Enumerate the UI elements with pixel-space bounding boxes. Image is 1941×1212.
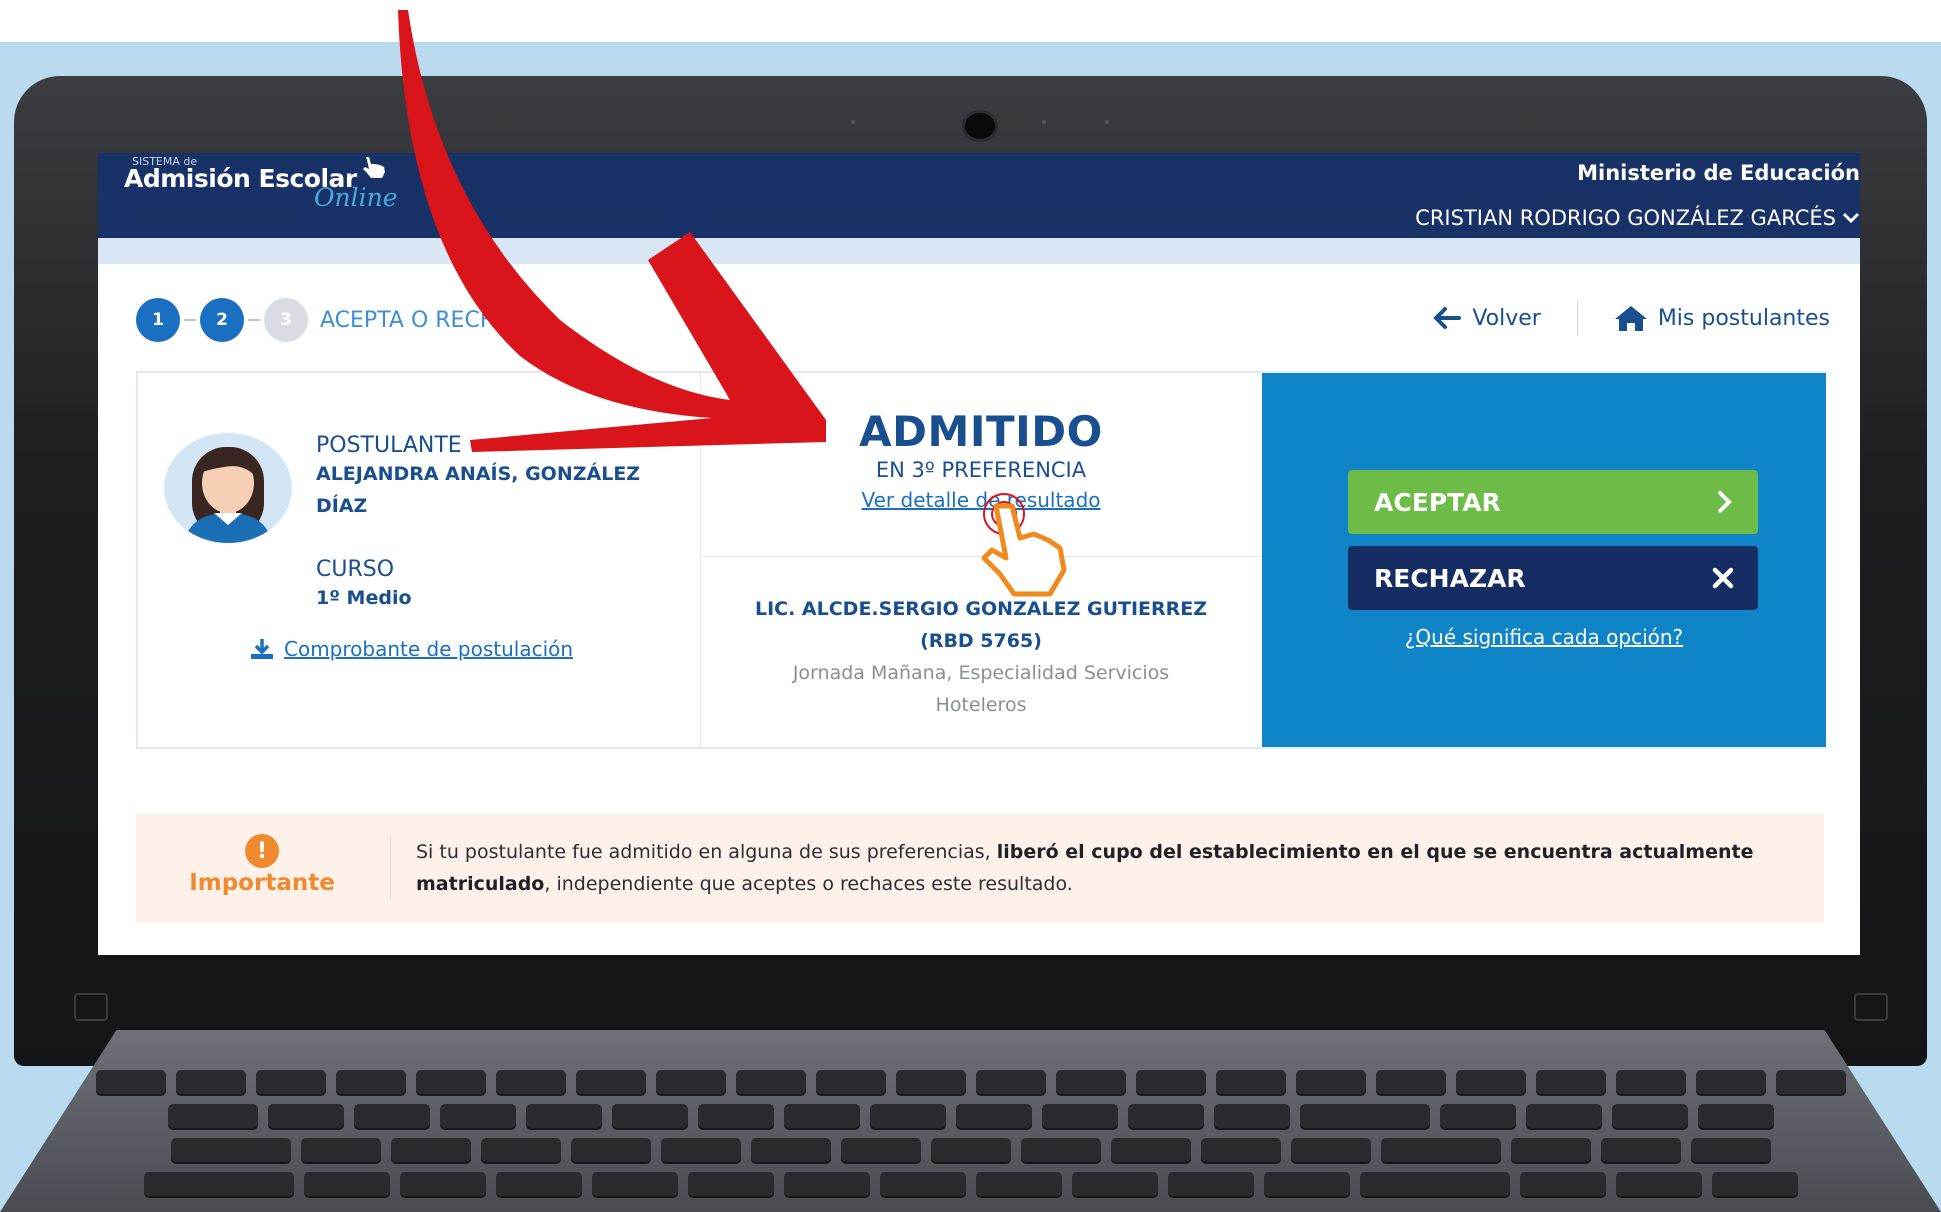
- result-column: ADMITIDO EN 3º PREFERENCIA Ver detalle d…: [700, 373, 1263, 747]
- laptop-keyboard: [0, 1030, 1941, 1212]
- result-preference: EN 3º PREFERENCIA: [875, 458, 1087, 482]
- accept-button-label: ACEPTAR: [1374, 487, 1501, 517]
- school-rbd: (RBD 5765): [920, 630, 1042, 652]
- key-row: [0, 1138, 1941, 1162]
- lid-sensor: [851, 120, 855, 124]
- applicant-block: POSTULANTE ALEJANDRA ANAÍS, GONZÁLEZ DÍA…: [316, 433, 676, 522]
- my-applicants-label: Mis postulantes: [1657, 305, 1830, 331]
- logo-script-text: Online: [314, 183, 398, 212]
- avatar: [164, 433, 292, 543]
- close-icon: [1712, 567, 1734, 589]
- exclamation-icon: !: [245, 834, 279, 868]
- result-card: POSTULANTE ALEJANDRA ANAÍS, GONZÁLEZ DÍA…: [136, 371, 1826, 749]
- lid-sensor: [1105, 120, 1109, 124]
- reject-button-label: RECHAZAR: [1374, 563, 1526, 593]
- key-row: [0, 1104, 1941, 1128]
- step-separator: [248, 319, 260, 321]
- notice-text: Si tu postulante fue admitido en alguna …: [416, 836, 1776, 900]
- course-label: CURSO: [316, 557, 395, 582]
- step-1: 1: [136, 298, 180, 342]
- course-block: CURSO 1º Medio: [316, 557, 412, 614]
- result-status: ADMITIDO: [859, 407, 1103, 456]
- notice-text-start: Si tu postulante fue admitido en alguna …: [416, 841, 997, 863]
- receipt-link-label: Comprobante de postulación: [284, 637, 574, 661]
- school-name: LIC. ALCDE.SERGIO GONZALEZ GUTIERREZ: [754, 598, 1208, 620]
- step-separator: [184, 319, 196, 321]
- webcam: [962, 110, 998, 142]
- result-status-block: ADMITIDO EN 3º PREFERENCIA Ver detalle d…: [700, 373, 1262, 557]
- avatar-girl-icon: [184, 447, 272, 543]
- important-notice: ! Importante Si tu postulante fue admiti…: [136, 814, 1824, 922]
- result-detail-link[interactable]: Ver detalle de resultado: [861, 488, 1100, 512]
- receipt-link[interactable]: Comprobante de postulación: [250, 637, 573, 661]
- download-icon: [251, 639, 273, 659]
- step-2: 2: [200, 298, 244, 342]
- hinge-left: [74, 993, 108, 1021]
- top-nav-links: Volver Mis postulantes: [1432, 300, 1830, 336]
- applicant-column: POSTULANTE ALEJANDRA ANAÍS, GONZÁLEZ DÍA…: [138, 373, 701, 747]
- school-block: LIC. ALCDE.SERGIO GONZALEZ GUTIERREZ (RB…: [700, 593, 1262, 721]
- hinge-right: [1854, 993, 1888, 1021]
- notice-text-end: , independiente que aceptes o rechaces e…: [544, 873, 1073, 895]
- ministry-label: Ministerio de Educación: [1577, 161, 1860, 185]
- notice-header: ! Importante: [136, 834, 388, 896]
- step-label: ACEPTA O RECHAZA: [320, 307, 542, 333]
- logo-hand-icon: [363, 157, 385, 178]
- notice-divider: [390, 836, 391, 900]
- back-link[interactable]: Volver: [1432, 306, 1541, 331]
- laptop-screen: SISTEMA de Admisión Escolar Online Minis…: [98, 153, 1860, 955]
- chevron-down-icon: [1842, 212, 1860, 224]
- key-row: [0, 1070, 1941, 1094]
- my-applicants-link[interactable]: Mis postulantes: [1614, 304, 1830, 332]
- reject-button[interactable]: RECHAZAR: [1348, 546, 1758, 610]
- home-icon: [1614, 306, 1647, 331]
- applicant-label: POSTULANTE: [316, 433, 462, 458]
- course-value: 1º Medio: [316, 587, 412, 609]
- key-row: [0, 1172, 1941, 1196]
- user-name: CRISTIAN RODRIGO GONZÁLEZ GARCÉS: [1415, 206, 1836, 230]
- sub-header-bar: [98, 238, 1860, 264]
- options-help-link[interactable]: ¿Qué significa cada opción?: [1262, 625, 1826, 649]
- back-link-label: Volver: [1472, 305, 1541, 331]
- top-header: SISTEMA de Admisión Escolar Online Minis…: [98, 153, 1860, 238]
- nav-divider: [1576, 300, 1578, 336]
- accept-button[interactable]: ACEPTAR: [1348, 470, 1758, 534]
- notice-title: Importante: [189, 870, 335, 896]
- lid-sensor: [1042, 120, 1046, 124]
- step-indicator: 1 2 3 ACEPTA O RECHAZA: [136, 298, 542, 342]
- chevron-right-icon: [1718, 491, 1732, 513]
- step-3: 3: [264, 298, 308, 342]
- applicant-name: ALEJANDRA ANAÍS, GONZÁLEZ DÍAZ: [316, 463, 641, 517]
- school-details: Jornada Mañana, Especialidad Servicios H…: [792, 662, 1170, 716]
- action-panel: ACEPTAR RECHAZAR ¿Qué significa cada opc…: [1262, 373, 1826, 747]
- user-menu[interactable]: CRISTIAN RODRIGO GONZÁLEZ GARCÉS: [1415, 206, 1860, 230]
- arrow-left-icon: [1434, 307, 1462, 329]
